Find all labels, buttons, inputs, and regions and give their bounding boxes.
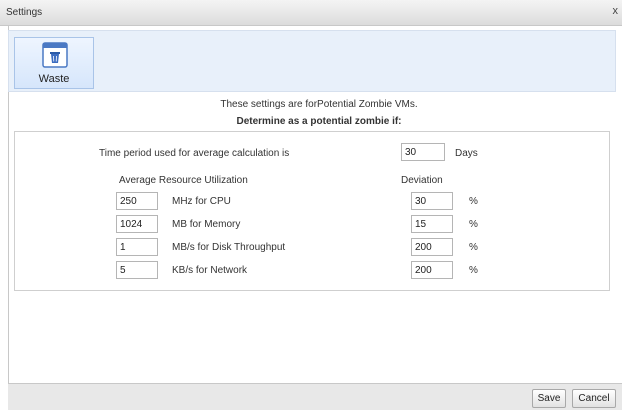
trash-icon xyxy=(42,42,68,68)
title-bar: Settings x xyxy=(0,0,622,26)
dialog-footer: Save Cancel xyxy=(8,383,622,410)
memory-deviation-input[interactable] xyxy=(411,215,453,233)
cancel-button[interactable]: Cancel xyxy=(572,389,616,408)
info-heading: Determine as a potential zombie if: xyxy=(236,116,402,127)
percent-unit: % xyxy=(469,196,478,207)
memory-label: MB for Memory xyxy=(172,219,241,230)
percent-unit: % xyxy=(469,265,478,276)
percent-unit: % xyxy=(469,219,478,230)
time-period-label: Time period used for average calculation… xyxy=(99,148,290,159)
criteria-panel: Time period used for average calculation… xyxy=(14,131,610,291)
network-label: KB/s for Network xyxy=(172,265,248,276)
cpu-value-input[interactable] xyxy=(116,192,158,210)
waste-button[interactable]: Waste xyxy=(14,37,94,89)
window-title: Settings xyxy=(6,7,43,18)
disk-label: MB/s for Disk Throughput xyxy=(172,242,286,253)
memory-value-input[interactable] xyxy=(116,215,158,233)
utilization-header: Average Resource Utilization xyxy=(119,175,248,186)
percent-unit: % xyxy=(469,242,478,253)
info-text: These settings are forPotential Zombie V… xyxy=(220,99,418,110)
toolbar: Waste xyxy=(8,30,616,92)
network-value-input[interactable] xyxy=(116,261,158,279)
waste-label: Waste xyxy=(38,73,70,85)
time-period-input[interactable] xyxy=(401,143,445,161)
network-deviation-input[interactable] xyxy=(411,261,453,279)
cpu-label: MHz for CPU xyxy=(172,196,231,207)
disk-value-input[interactable] xyxy=(116,238,158,256)
close-icon[interactable]: x xyxy=(613,5,619,17)
deviation-header: Deviation xyxy=(401,175,443,186)
save-button[interactable]: Save xyxy=(532,389,566,408)
cpu-deviation-input[interactable] xyxy=(411,192,453,210)
time-period-unit: Days xyxy=(455,148,478,159)
disk-deviation-input[interactable] xyxy=(411,238,453,256)
